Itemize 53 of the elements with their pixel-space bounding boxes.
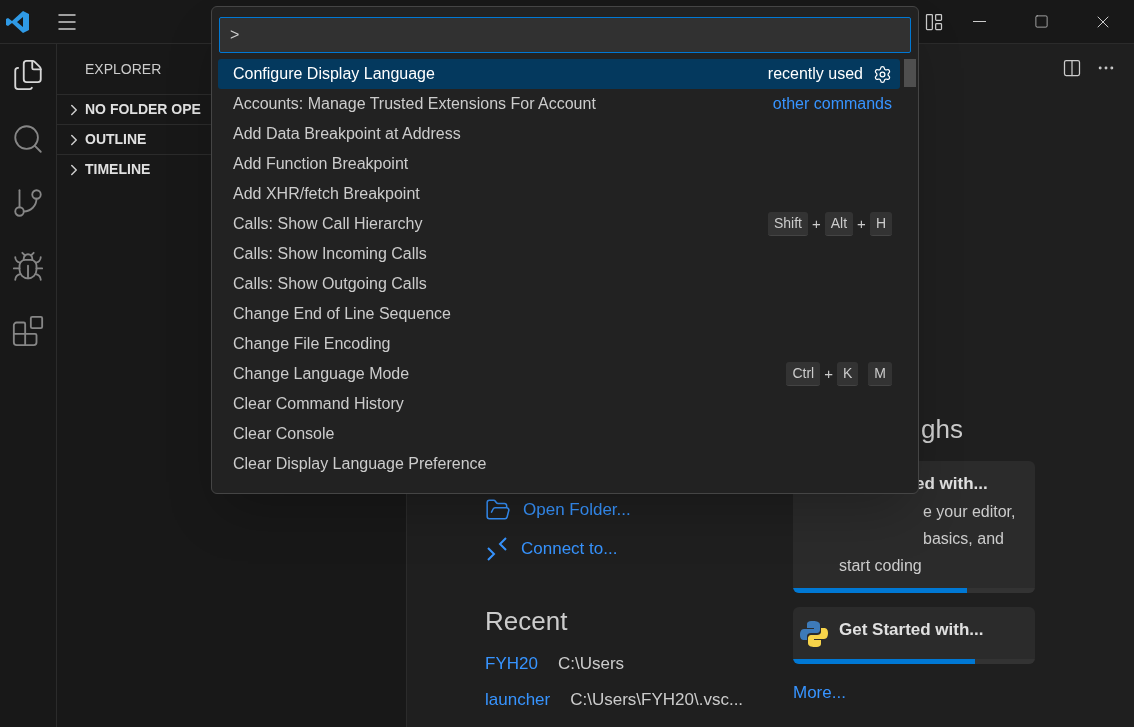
search-icon[interactable]: [11, 122, 45, 156]
scrollbar-thumb[interactable]: [904, 59, 916, 87]
plus-sign: +: [812, 213, 821, 234]
command-input[interactable]: >: [219, 17, 911, 53]
command-item[interactable]: Accounts: Manage Trusted Extensions For Account other commands: [218, 89, 900, 119]
command-item[interactable]: Change End of Line Sequence: [218, 299, 900, 329]
recently-used-label: recently used: [767, 64, 863, 84]
recent-path: C:\Users\FYH20\.vsc...: [570, 688, 744, 711]
recent-path: C:\Users: [557, 653, 625, 675]
recent-link[interactable]: FYH20: [485, 651, 538, 677]
command-item[interactable]: Calls: Show Outgoing Calls: [218, 269, 900, 299]
python-icon: [799, 618, 829, 649]
key-cap: K: [837, 362, 859, 386]
key-cap: Alt: [824, 212, 854, 236]
card-text: e your editor,: [922, 501, 1016, 522]
key-cap: Ctrl: [786, 362, 821, 386]
key-cap: Shift: [768, 212, 808, 236]
command-item[interactable]: Clear Console: [218, 419, 900, 449]
more-link[interactable]: More...: [793, 679, 1035, 705]
card-text: start coding: [839, 555, 923, 576]
command-item[interactable]: Calls: Show Incoming Calls: [218, 239, 900, 269]
minimize-icon: [972, 21, 986, 22]
key-cap: M: [868, 362, 892, 386]
other-commands-link[interactable]: other commands: [772, 92, 892, 116]
command-item[interactable]: Add Data Breakpoint at Address: [218, 119, 900, 149]
recent-heading: Recent: [485, 605, 569, 638]
maximize-icon: [1033, 14, 1049, 29]
command-item[interactable]: Clear Command History: [218, 389, 900, 419]
card-title: Get Started with...: [839, 618, 984, 641]
card-text: basics, and: [922, 528, 1005, 549]
logo-icon: [6, 9, 30, 34]
command-item[interactable]: Add Function Breakpoint: [218, 149, 900, 179]
sidebar-title: EXPLORER: [85, 59, 162, 79]
settings-icon[interactable]: [873, 64, 892, 84]
walkthrough-card[interactable]: Get Started with...: [793, 606, 1035, 664]
plus-sign: +: [824, 363, 833, 384]
walkthroughs-heading: ghs: [920, 413, 964, 446]
start-link[interactable]: Open Folder...: [485, 490, 793, 529]
command-item[interactable]: Configure Display Language recently used: [218, 59, 900, 89]
command-item[interactable]: Change Language Mode Ctrl + K M: [218, 359, 900, 389]
files-icon[interactable]: [11, 58, 45, 92]
command-item[interactable]: Add XHR/fetch Breakpoint: [218, 179, 900, 209]
extensions-icon[interactable]: [11, 314, 45, 348]
split-editor-icon[interactable]: [1062, 58, 1082, 78]
recent-link[interactable]: launcher: [485, 686, 551, 712]
start-link[interactable]: Connect to...: [485, 529, 793, 568]
key-cap: H: [869, 212, 892, 236]
command-item[interactable]: Change File Encoding: [218, 329, 900, 359]
bug-icon[interactable]: [11, 250, 45, 284]
remote-icon: [485, 536, 509, 561]
branch-icon[interactable]: [11, 186, 45, 220]
plus-sign: +: [857, 213, 866, 234]
command-item[interactable]: Calls: Show Call Hierarchy Shift + Alt + H: [218, 209, 900, 239]
